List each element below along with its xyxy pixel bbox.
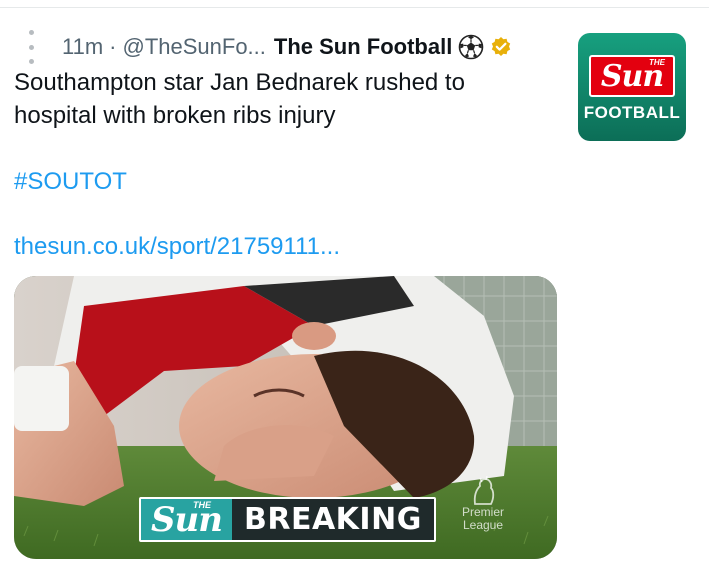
tweet-card[interactable]: 11m · @TheSunFo... The Sun Football Sout… [0,0,709,564]
avatar[interactable]: THE Sun FOOTBALL [578,33,686,141]
lion-icon [473,476,495,505]
sun-logo-small-text: THE [649,58,665,67]
media-image[interactable]: THE Sun BREAKING Premier League [14,276,557,559]
soccer-ball-icon [458,34,484,60]
verified-badge-icon [490,36,512,58]
banner-breaking-text: BREAKING [232,499,434,540]
more-vertical-icon[interactable] [24,30,38,64]
banner-sun-small-text: THE [193,500,211,510]
tweet-text: Southampton star Jan Bednarek rushed to … [14,69,465,129]
premier-league-logo: Premier League [459,476,507,542]
tweet-handle[interactable]: @TheSunFo... [123,34,266,60]
meta-separator: · [109,34,117,59]
league-line-2: League [462,518,504,532]
breaking-banner: THE Sun BREAKING [139,497,436,542]
tweet-header: 11m · @TheSunFo... The Sun Football [62,32,512,62]
avatar-label: FOOTBALL [583,103,681,122]
tweet-time[interactable]: 11m [62,34,103,60]
sun-logo: THE Sun [589,55,675,97]
display-name[interactable]: The Sun Football [274,34,452,60]
hashtag-link[interactable]: #SOUTOT [14,165,127,198]
banner-sun-logo: THE Sun [141,499,232,540]
banner-sun-text: Sun [151,499,223,540]
article-link[interactable]: thesun.co.uk/sport/21759111... [14,230,340,263]
